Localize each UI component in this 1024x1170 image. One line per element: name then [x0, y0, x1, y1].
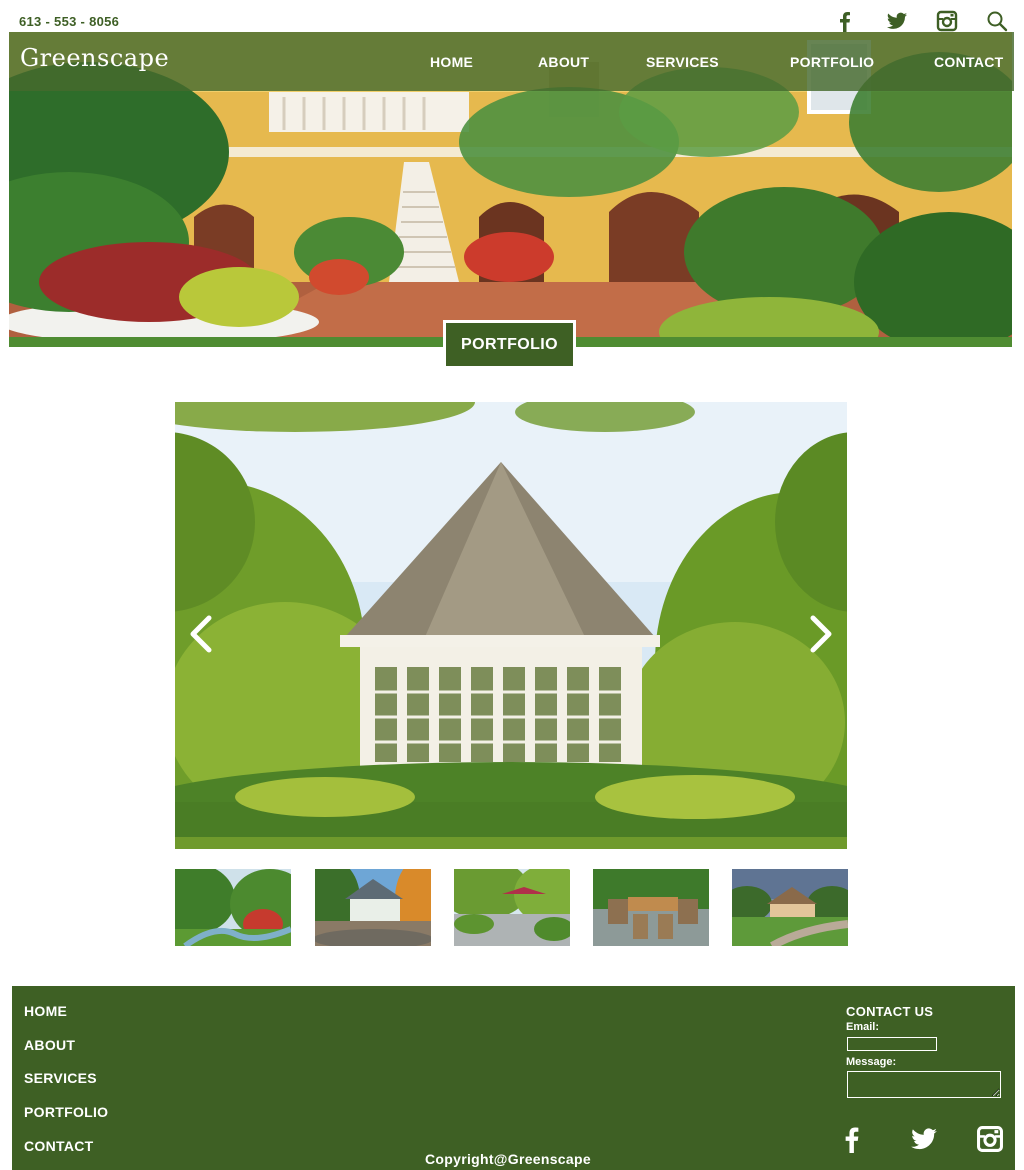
site-logo[interactable]: Greenscape [20, 44, 169, 72]
section-title: PORTFOLIO [446, 323, 573, 366]
email-field[interactable] [847, 1037, 937, 1051]
footer-link-home[interactable]: HOME [24, 1003, 67, 1019]
nav-home[interactable]: HOME [430, 54, 473, 70]
site-footer: HOME ABOUT SERVICES PORTFOLIO CONTACT CO… [12, 986, 1015, 1170]
email-label: Email: [846, 1021, 880, 1033]
footer-link-portfolio[interactable]: PORTFOLIO [24, 1104, 108, 1120]
contact-us-heading: CONTACT US [846, 1004, 934, 1019]
nav-about[interactable]: ABOUT [538, 54, 589, 70]
chevron-right-icon [810, 615, 832, 653]
chevron-left-icon [190, 615, 212, 653]
search-icon[interactable] [986, 10, 1008, 32]
twitter-icon[interactable] [910, 1125, 938, 1153]
gallery-thumbnail-4[interactable] [593, 869, 709, 946]
nav-contact[interactable]: CONTACT [934, 54, 1004, 70]
gallery-next-button[interactable] [804, 612, 838, 656]
message-label: Message: [846, 1056, 897, 1068]
gallery-thumbnail-3[interactable] [454, 869, 570, 946]
gallery-thumbnail-2[interactable] [315, 869, 431, 946]
instagram-icon[interactable] [936, 10, 958, 32]
gallery-main-image [175, 402, 847, 849]
gallery-thumbnail-5[interactable] [732, 869, 848, 946]
main-navbar: Greenscape HOME ABOUT SERVICES PORTFOLIO… [9, 32, 1014, 91]
footer-link-services[interactable]: SERVICES [24, 1070, 97, 1086]
gallery-thumbnail-1[interactable] [175, 869, 291, 946]
footer-link-about[interactable]: ABOUT [24, 1037, 75, 1053]
top-bar: 613 - 553 - 8056 [0, 0, 1024, 32]
copyright-text: Copyright@Greenscape [425, 1151, 591, 1167]
facebook-icon[interactable] [838, 1125, 866, 1153]
instagram-icon[interactable] [976, 1125, 1004, 1153]
nav-services[interactable]: SERVICES [646, 54, 719, 70]
nav-portfolio[interactable]: PORTFOLIO [790, 54, 874, 70]
footer-link-contact[interactable]: CONTACT [24, 1138, 94, 1154]
message-field[interactable] [847, 1071, 1001, 1098]
section-title-badge: PORTFOLIO [443, 320, 576, 369]
gallery-prev-button[interactable] [184, 612, 218, 656]
facebook-icon[interactable] [834, 10, 856, 32]
twitter-icon[interactable] [886, 10, 908, 32]
phone-number: 613 - 553 - 8056 [19, 14, 120, 29]
